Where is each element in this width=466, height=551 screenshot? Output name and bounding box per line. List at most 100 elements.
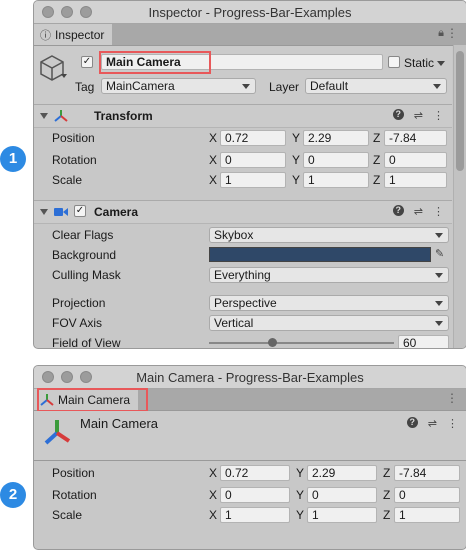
projection-label: Projection xyxy=(52,296,106,310)
chevron-down-icon xyxy=(433,84,441,89)
fov-slider-handle[interactable] xyxy=(268,338,277,347)
fov-axis-label: FOV Axis xyxy=(52,316,103,330)
fov-value-field[interactable]: 60 xyxy=(398,335,449,348)
inspector-window: Inspector - Progress-Bar-Examples ⓘ Insp… xyxy=(33,0,466,349)
active-checkbox[interactable]: ✓ xyxy=(81,56,93,68)
title-bar: Inspector - Progress-Bar-Examples xyxy=(34,1,466,24)
object-header: Main Camera ? ⇌ ⋮ xyxy=(34,411,466,461)
scale-x-field[interactable]: 1 xyxy=(220,507,290,523)
rotation-z-field[interactable]: 0 xyxy=(384,152,447,168)
layer-dropdown[interactable]: Default xyxy=(305,78,447,94)
z-axis-label: Z xyxy=(373,173,381,187)
clear-flags-dropdown[interactable]: Skybox xyxy=(209,227,449,243)
more-options-icon[interactable]: ⋮ xyxy=(447,417,458,430)
camera-enabled-checkbox[interactable]: ✓ xyxy=(74,205,86,217)
layer-value: Default xyxy=(310,79,349,93)
help-icon[interactable]: ? xyxy=(392,109,404,120)
object-name: Main Camera xyxy=(80,416,159,431)
presets-icon[interactable]: ⇌ xyxy=(414,109,423,122)
background-color-swatch[interactable] xyxy=(209,247,431,262)
y-axis-label: Y xyxy=(296,508,305,522)
info-icon: ⓘ xyxy=(40,29,51,42)
callout-badge-2: 2 xyxy=(0,482,26,508)
camera-title: Camera xyxy=(94,205,139,219)
chevron-down-icon xyxy=(435,321,443,326)
position-x-field[interactable]: 0.72 xyxy=(220,465,290,481)
scale-x-field[interactable]: 1 xyxy=(220,172,286,188)
callout-badge-1: 1 xyxy=(0,146,26,172)
scrollbar[interactable] xyxy=(453,45,466,348)
y-axis-label: Y xyxy=(292,131,301,145)
fov-row: Field of View 60 xyxy=(34,333,452,348)
rotation-x-field[interactable]: 0 xyxy=(220,487,290,503)
position-y-field[interactable]: 2.29 xyxy=(303,130,369,146)
z-axis-label: Z xyxy=(383,466,391,480)
gameobject-header: ✓ Main Camera Static Tag MainCamera Laye… xyxy=(34,46,452,104)
camera-icon xyxy=(54,208,68,216)
lock-icon[interactable]: 🔒︎ xyxy=(438,27,444,40)
fov-slider-track[interactable] xyxy=(209,342,394,344)
component-header-icons: ? ⇌ ⋮ xyxy=(392,109,444,122)
tab-highlight xyxy=(37,388,148,412)
help-icon[interactable]: ? xyxy=(406,417,418,428)
transform-title: Transform xyxy=(94,109,153,123)
more-options-icon[interactable]: ⋮ xyxy=(446,27,458,39)
position-z-field[interactable]: -7.84 xyxy=(394,465,460,481)
properties-window: Main Camera - Progress-Bar-Examples Main… xyxy=(33,365,466,550)
fov-axis-dropdown[interactable]: Vertical xyxy=(209,315,449,331)
rotation-x-field[interactable]: 0 xyxy=(220,152,286,168)
eyedropper-icon[interactable]: ✎ xyxy=(435,247,444,260)
transform-header[interactable]: Transform ? ⇌ ⋮ xyxy=(34,104,452,128)
x-axis-label: X xyxy=(209,131,218,145)
window-title: Main Camera - Progress-Bar-Examples xyxy=(136,370,364,385)
scrollbar-thumb[interactable] xyxy=(456,51,464,171)
more-options-icon[interactable]: ⋮ xyxy=(433,109,444,122)
culling-mask-value: Everything xyxy=(214,268,271,282)
tag-label: Tag xyxy=(75,80,95,94)
tag-dropdown[interactable]: MainCamera xyxy=(101,78,256,94)
scale-z-field[interactable]: 1 xyxy=(384,172,447,188)
clear-flags-value: Skybox xyxy=(214,228,254,242)
static-label: Static xyxy=(404,56,435,70)
row-label: Rotation xyxy=(52,488,97,502)
scale-y-field[interactable]: 1 xyxy=(307,507,377,523)
object-name-highlight xyxy=(99,51,211,74)
transform-icon xyxy=(54,110,68,122)
more-options-icon[interactable]: ⋮ xyxy=(446,392,458,404)
dropdown-arrow-icon[interactable] xyxy=(61,74,67,78)
camera-header[interactable]: ✓ Camera ? ⇌ ⋮ xyxy=(34,200,452,224)
foldout-arrow-icon[interactable] xyxy=(40,209,48,215)
presets-icon[interactable]: ⇌ xyxy=(428,417,437,430)
position-z-field[interactable]: -7.84 xyxy=(384,130,447,146)
tab-bar: ⓘ Inspector 🔒︎ ⋮ xyxy=(34,24,466,46)
z-axis-label: Z xyxy=(383,508,391,522)
more-options-icon[interactable]: ⋮ xyxy=(433,205,444,218)
rotation-z-field[interactable]: 0 xyxy=(394,487,460,503)
fov-axis-value: Vertical xyxy=(214,316,254,330)
chevron-down-icon xyxy=(435,233,443,238)
position-y-field[interactable]: 2.29 xyxy=(307,465,377,481)
transform-row-position: Position X 0.72 Y 2.29 Z -7.84 xyxy=(34,128,452,148)
presets-icon[interactable]: ⇌ xyxy=(414,205,423,218)
z-axis-label: Z xyxy=(373,153,381,167)
x-axis-label: X xyxy=(209,488,218,502)
position-x-field[interactable]: 0.72 xyxy=(220,130,286,146)
row-label: Rotation xyxy=(52,153,97,167)
scale-y-field[interactable]: 1 xyxy=(303,172,369,188)
culling-mask-label: Culling Mask xyxy=(52,268,121,282)
row-label: Scale xyxy=(52,508,83,522)
tab-inspector[interactable]: ⓘ Inspector xyxy=(34,24,113,45)
static-dropdown-arrow-icon[interactable] xyxy=(437,61,445,66)
static-checkbox[interactable] xyxy=(388,56,400,68)
culling-mask-dropdown[interactable]: Everything xyxy=(209,267,449,283)
help-icon[interactable]: ? xyxy=(392,205,404,216)
foldout-arrow-icon[interactable] xyxy=(40,113,48,119)
title-bar: Main Camera - Progress-Bar-Examples xyxy=(34,366,466,389)
y-axis-label: Y xyxy=(296,488,305,502)
projection-dropdown[interactable]: Perspective xyxy=(209,295,449,311)
rotation-y-field[interactable]: 0 xyxy=(307,487,377,503)
rotation-y-field[interactable]: 0 xyxy=(303,152,369,168)
scale-z-field[interactable]: 1 xyxy=(394,507,460,523)
projection-row: Projection Perspective xyxy=(34,293,452,313)
y-axis-label: Y xyxy=(292,153,301,167)
